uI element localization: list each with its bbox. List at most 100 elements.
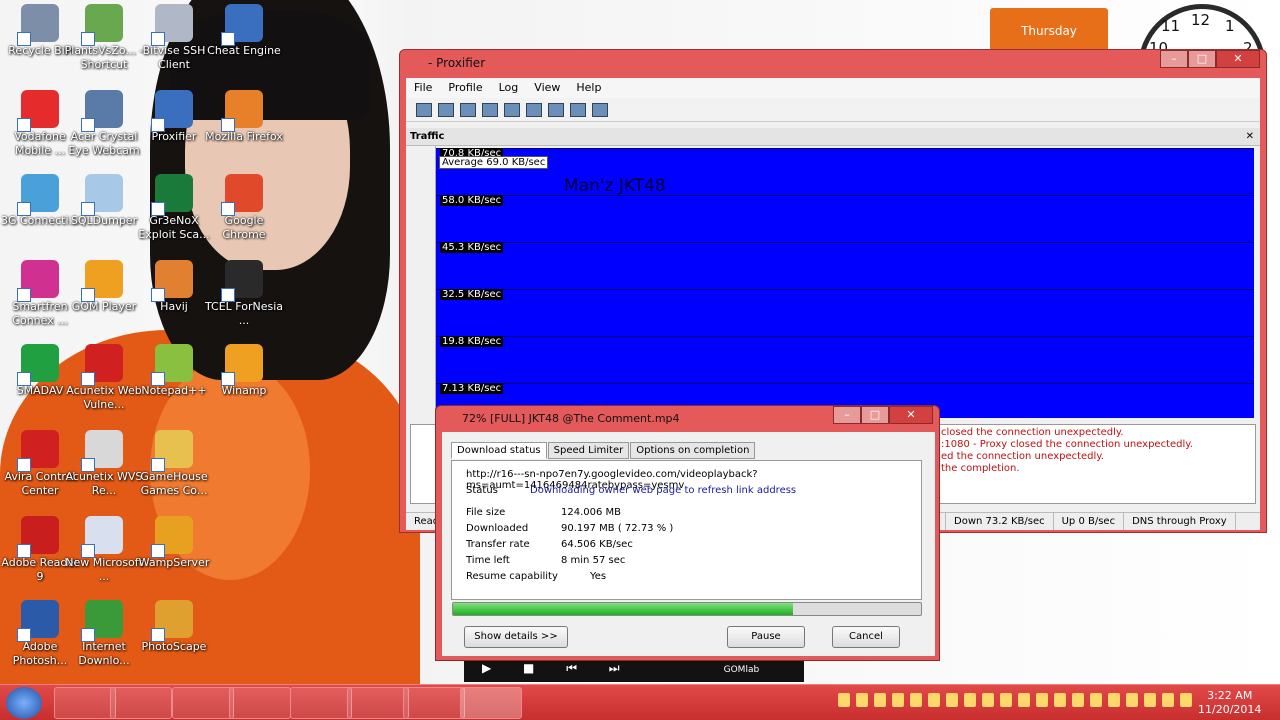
- desktop-icon[interactable]: Notepad++: [134, 344, 214, 398]
- cancel-button[interactable]: Cancel: [832, 626, 900, 648]
- taskbar-firefox[interactable]: [172, 687, 234, 719]
- desktop-icon[interactable]: Mozilla Firefox: [204, 90, 284, 144]
- taskbar-explorer[interactable]: [54, 687, 116, 719]
- graph-label-2: 58.0 KB/sec: [440, 195, 504, 206]
- desktop-icon[interactable]: Acunetix Web Vulne...: [64, 344, 144, 412]
- dialog-maximize-button[interactable]: □: [861, 406, 889, 424]
- download-status-panel: http://r16---sn-npo7en7y.googlevideo.com…: [451, 460, 922, 600]
- tab-speed-limiter[interactable]: Speed Limiter: [547, 442, 630, 459]
- desktop-icon[interactable]: New Microsoft ...: [64, 516, 144, 584]
- taskbar-clock[interactable]: 3:22 AM 11/20/2014: [1198, 689, 1261, 717]
- desktop-icon[interactable]: Internet Downlo...: [64, 600, 144, 668]
- desktop-icon[interactable]: TCEL ForNesia ...: [204, 260, 284, 328]
- desktop-icon[interactable]: WampServer: [134, 516, 214, 570]
- tab-download-status[interactable]: Download status: [451, 442, 547, 459]
- shortcut-icon: [81, 430, 123, 472]
- taskbar-gom-player[interactable]: [403, 687, 465, 719]
- shortcut-icon: [221, 90, 263, 132]
- download-title: 72% [FULL] JKT48 @The Comment.mp4: [462, 412, 680, 425]
- proxy-servers-icon[interactable]: [548, 102, 564, 117]
- desktop-icon-label: Mozilla Firefox: [205, 130, 283, 143]
- traffic-close-icon[interactable]: ✕: [1246, 128, 1254, 146]
- menu-profile[interactable]: Profile: [448, 78, 482, 98]
- new-profile-icon[interactable]: [482, 102, 498, 117]
- taskbar-internet-download-manager[interactable]: [460, 687, 522, 719]
- taskbar-media-player[interactable]: [110, 687, 172, 719]
- traffic-side-toolbar: [406, 146, 436, 412]
- desktop-icon[interactable]: PhotoScape: [134, 600, 214, 654]
- statistics-icon[interactable]: [460, 102, 476, 117]
- save-profile-icon[interactable]: [526, 102, 542, 117]
- desktop-icon-label: TCEL ForNesia ...: [204, 300, 284, 327]
- tab-options-on-completion[interactable]: Options on completion: [630, 442, 756, 459]
- shortcut-icon: [151, 260, 193, 302]
- download-dialog[interactable]: 72% [FULL] JKT48 @The Comment.mp4 – □ ✕ …: [435, 405, 940, 661]
- desktop-icon[interactable]: Acer Crystal Eye Webcam: [64, 90, 144, 158]
- menu-help[interactable]: Help: [576, 78, 601, 98]
- desktop-icon[interactable]: PlantsVsZo... - Shortcut: [64, 4, 144, 72]
- desktop-icon[interactable]: Cheat Engine: [204, 4, 284, 58]
- desktop-icon[interactable]: Bitvise SSH Client: [134, 4, 214, 72]
- dialog-minimize-button[interactable]: –: [833, 406, 861, 424]
- shortcut-icon: [151, 600, 193, 642]
- minimize-button[interactable]: –: [1160, 50, 1188, 68]
- desktop-icon[interactable]: SQLDumper: [64, 174, 144, 228]
- shortcut-icon: [81, 600, 123, 642]
- shortcut-icon: [151, 430, 193, 472]
- shortcut-icon: [17, 516, 59, 558]
- graph-label-6: 7.13 KB/sec: [440, 383, 504, 394]
- average-label: Average 69.0 KB/sec: [439, 156, 549, 169]
- desktop-icon[interactable]: GOM Player: [64, 260, 144, 314]
- traffic-pane-header: Traffic ✕: [406, 128, 1260, 146]
- shortcut-icon: [17, 600, 59, 642]
- dialog-close-button[interactable]: ✕: [889, 406, 933, 424]
- taskbar-winamp[interactable]: [229, 687, 291, 719]
- proxifier-title: - Proxifier: [428, 56, 486, 70]
- desktop-icon-label: Acunetix WVS Re...: [65, 470, 143, 497]
- system-tray: [838, 693, 1192, 707]
- desktop-icon[interactable]: Winamp: [204, 344, 284, 398]
- menu-log[interactable]: Log: [499, 78, 519, 98]
- shortcut-icon: [17, 430, 59, 472]
- pause-button[interactable]: Pause: [727, 626, 805, 648]
- desktop-icon-label: WampServer: [138, 556, 210, 569]
- print-icon[interactable]: [570, 102, 586, 117]
- menu-file[interactable]: File: [414, 78, 432, 98]
- help-icon[interactable]: [592, 102, 608, 117]
- graph-label-4: 32.5 KB/sec: [440, 289, 504, 300]
- status-down: Down 73.2 KB/sec: [946, 513, 1054, 530]
- field-label: Time left: [466, 555, 510, 566]
- shortcut-icon: [17, 90, 59, 132]
- status-dns: DNS through Proxy: [1124, 513, 1236, 530]
- shortcut-icon: [17, 4, 59, 46]
- desktop-icon-label: Winamp: [221, 384, 267, 397]
- desktop-icon[interactable]: Proxifier: [134, 90, 214, 144]
- status-label: Status: [466, 485, 498, 496]
- start-button[interactable]: [6, 687, 42, 719]
- desktop-icon[interactable]: Acunetix WVS Re...: [64, 430, 144, 498]
- close-button[interactable]: ✕: [1216, 50, 1260, 68]
- menu-view[interactable]: View: [534, 78, 560, 98]
- taskbar-proxifier[interactable]: [347, 687, 409, 719]
- shortcut-icon: [81, 516, 123, 558]
- desktop-icon[interactable]: Gr3eNoX Exploit Sca...: [134, 174, 214, 242]
- desktop-icon-label: Notepad++: [141, 384, 207, 397]
- desktop-icon-label: Havij: [160, 300, 188, 313]
- shortcut-icon: [81, 260, 123, 302]
- desktop-icon[interactable]: Havij: [134, 260, 214, 314]
- desktop-icon-label: Google Chrome: [222, 214, 266, 241]
- traffic-icon[interactable]: [438, 102, 454, 117]
- shortcut-icon: [151, 516, 193, 558]
- desktop-icon-label: Gr3eNoX Exploit Sca...: [138, 214, 210, 241]
- graph-label-5: 19.8 KB/sec: [440, 336, 504, 347]
- taskbar-fns[interactable]: [290, 687, 352, 719]
- menu-bar: File Profile Log View Help: [406, 78, 1260, 98]
- desktop-icon[interactable]: GameHouse Games Co...: [134, 430, 214, 498]
- maximize-button[interactable]: □: [1188, 50, 1216, 68]
- open-profile-icon[interactable]: [504, 102, 520, 117]
- desktop-icon[interactable]: Google Chrome: [204, 174, 284, 242]
- show-details-button[interactable]: Show details >>: [464, 626, 568, 648]
- log-line: the completion.: [941, 463, 1020, 474]
- shortcut-icon: [151, 174, 193, 216]
- connections-icon[interactable]: [416, 102, 432, 117]
